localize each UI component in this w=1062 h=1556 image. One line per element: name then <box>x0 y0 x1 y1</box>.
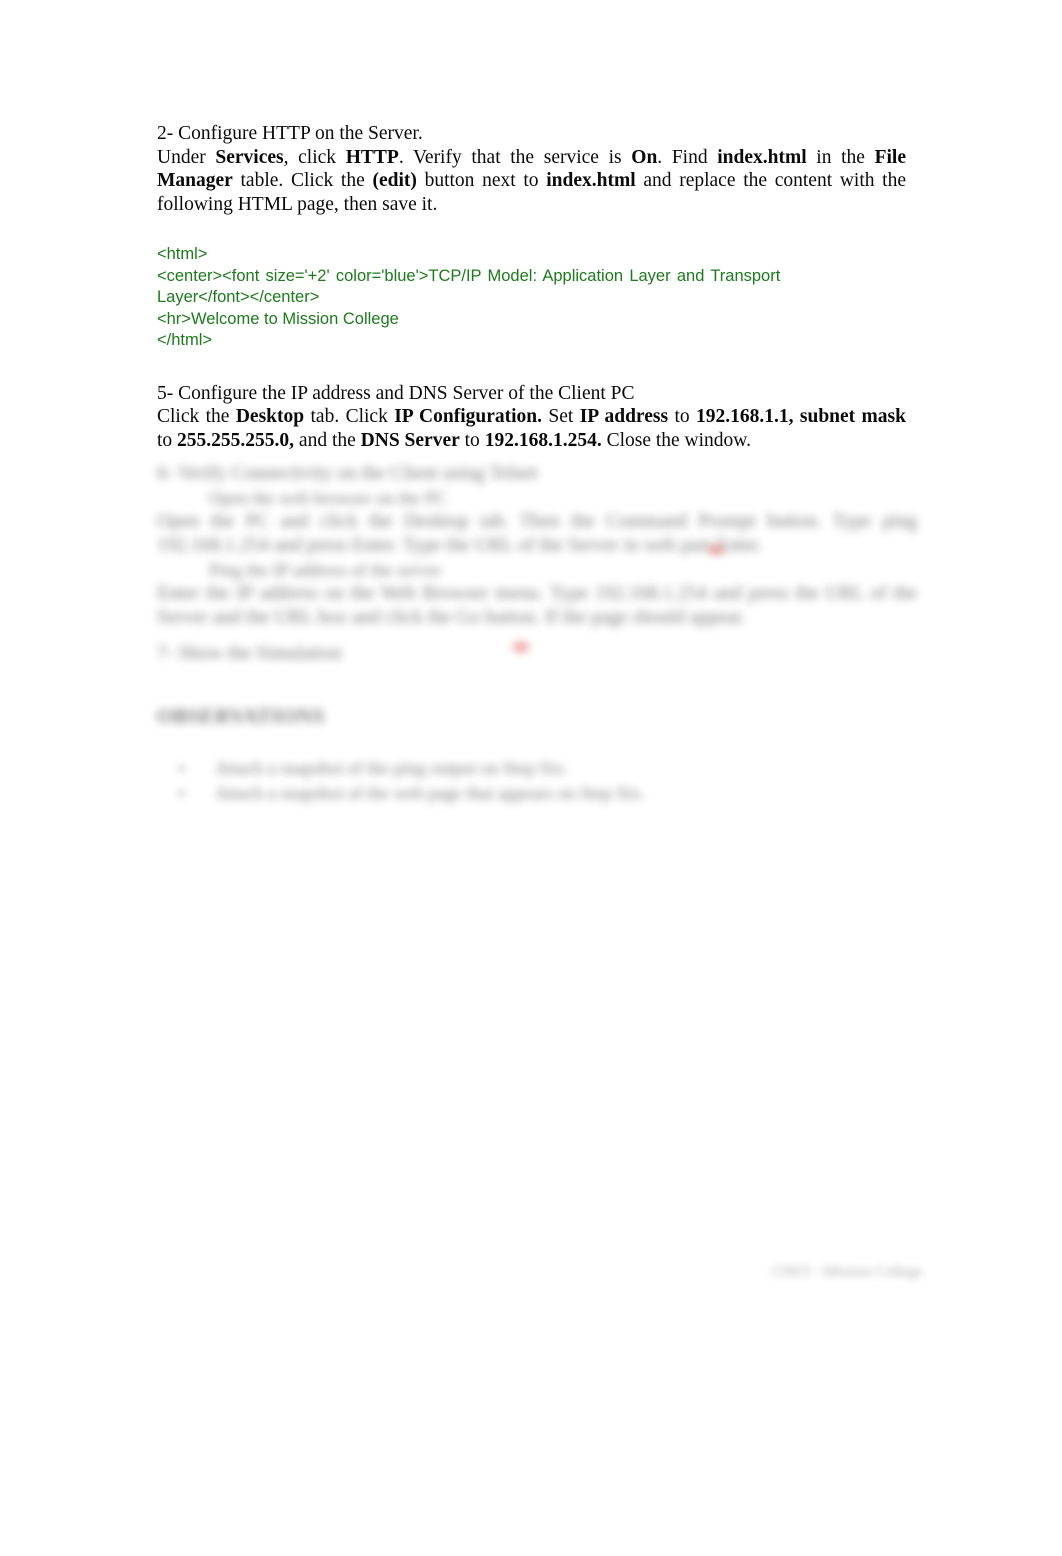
section-ip-heading: 5- Configure the IP address and DNS Serv… <box>157 382 635 404</box>
code-line-3: Layer</font></center> <box>157 288 320 307</box>
section-ip-text-1: Click the <box>157 406 236 428</box>
index-html-emphasis-2: index.html <box>546 170 636 192</box>
section-http-text-7: button next to <box>416 170 547 192</box>
section-ip-text-5: to <box>157 430 178 452</box>
edit-button-emphasis: (edit) <box>372 170 417 192</box>
code-token-application: Application <box>542 266 624 285</box>
code-token-center-font: <center><font <box>157 266 260 285</box>
section-http-text-6: table. Click the <box>232 170 373 192</box>
code-token-color: color='blue'>TCP/IP <box>335 266 482 285</box>
dns-server-emphasis: DNS Server <box>360 430 460 452</box>
redacted-bullet-list: Attach a snapshot of the ping output on … <box>161 756 917 806</box>
code-token-layer: Layer <box>629 266 671 285</box>
ip-address-value: 192.168.1.1, subnet mask <box>696 406 906 428</box>
redacted-line-f: 7- Show the Simulation <box>157 643 342 664</box>
section-http-text-1: Under <box>157 146 216 168</box>
section-ip-text-7: to <box>459 430 485 452</box>
redacted-bullet-2: Attach a snapshot of the web page that a… <box>161 781 917 806</box>
section-ip-text-2: tab. Click <box>304 406 395 428</box>
section-configure-http: 2- Configure HTTP on the Server. Under Se… <box>157 122 906 216</box>
section-ip-text-3: Set <box>542 406 580 428</box>
redacted-paragraph: 6- Verify Connectivity on the Client usi… <box>157 462 917 806</box>
dns-server-value: 192.168.1.254. <box>484 430 602 452</box>
redacted-line-a: 6- Verify Connectivity on the Client usi… <box>157 463 538 484</box>
http-emphasis: HTTP <box>345 146 399 168</box>
code-token-size: size='+2' <box>265 266 330 285</box>
code-line-1: <html> <box>157 245 208 264</box>
html-code-block: <html> <center><font size='+2' color='bl… <box>157 244 906 352</box>
redacted-region: 6- Verify Connectivity on the Client usi… <box>157 462 917 806</box>
code-line-2: <center><font size='+2' color='blue'>TCP… <box>157 266 906 288</box>
section-http-text-3: . Verify that the service is <box>398 146 632 168</box>
document-page: 2- Configure HTTP on the Server. Under Se… <box>0 0 1062 1556</box>
section-ip-text-8: Close the window. <box>601 430 751 452</box>
services-emphasis: Services <box>215 146 284 168</box>
section-http-text-4: . Find <box>657 146 718 168</box>
index-html-emphasis-1: index.html <box>717 146 807 168</box>
pink-highlight-mark-2 <box>508 637 534 657</box>
code-line-4: <hr>Welcome to Mission College <box>157 309 399 328</box>
pink-highlight-mark-1 <box>703 541 729 559</box>
document-content: 2- Configure HTTP on the Server. Under Se… <box>157 122 906 453</box>
redacted-spacer <box>157 630 917 642</box>
code-token-and: and <box>676 266 705 285</box>
redacted-line-b: Open the web browser on the PC <box>209 488 447 508</box>
ip-configuration-emphasis: IP Configuration. <box>394 406 542 428</box>
redacted-line-e: Enter the IP address on the Web Browser … <box>157 583 917 628</box>
on-emphasis: On <box>631 146 658 168</box>
desktop-emphasis: Desktop <box>235 406 305 428</box>
section-http-heading: 2- Configure HTTP on the Server. <box>157 123 423 144</box>
redacted-bullet-1: Attach a snapshot of the ping output on … <box>161 756 917 781</box>
redacted-line-c: Open the PC and click the Desktop tab. T… <box>157 511 917 556</box>
section-http-text-5: in the <box>806 146 875 168</box>
code-token-model: Model: <box>487 266 538 285</box>
section-configure-ip: 5- Configure the IP address and DNS Serv… <box>157 382 906 453</box>
redacted-observations-heading: OBSERVATIONS <box>157 704 325 728</box>
page-footer: CNET - Mission College <box>771 1264 922 1280</box>
section-http-text-2: , click <box>283 146 346 168</box>
ip-address-emphasis: IP address <box>579 406 669 428</box>
subnet-mask-value: 255.255.255.0, <box>177 430 295 452</box>
code-token-transport: Transport <box>710 266 781 285</box>
code-line-5: </html> <box>157 331 213 350</box>
section-ip-text-6: and the <box>294 430 361 452</box>
redacted-line-d: Ping the IP address of the server <box>209 560 442 580</box>
section-ip-text-4: to <box>668 406 697 428</box>
